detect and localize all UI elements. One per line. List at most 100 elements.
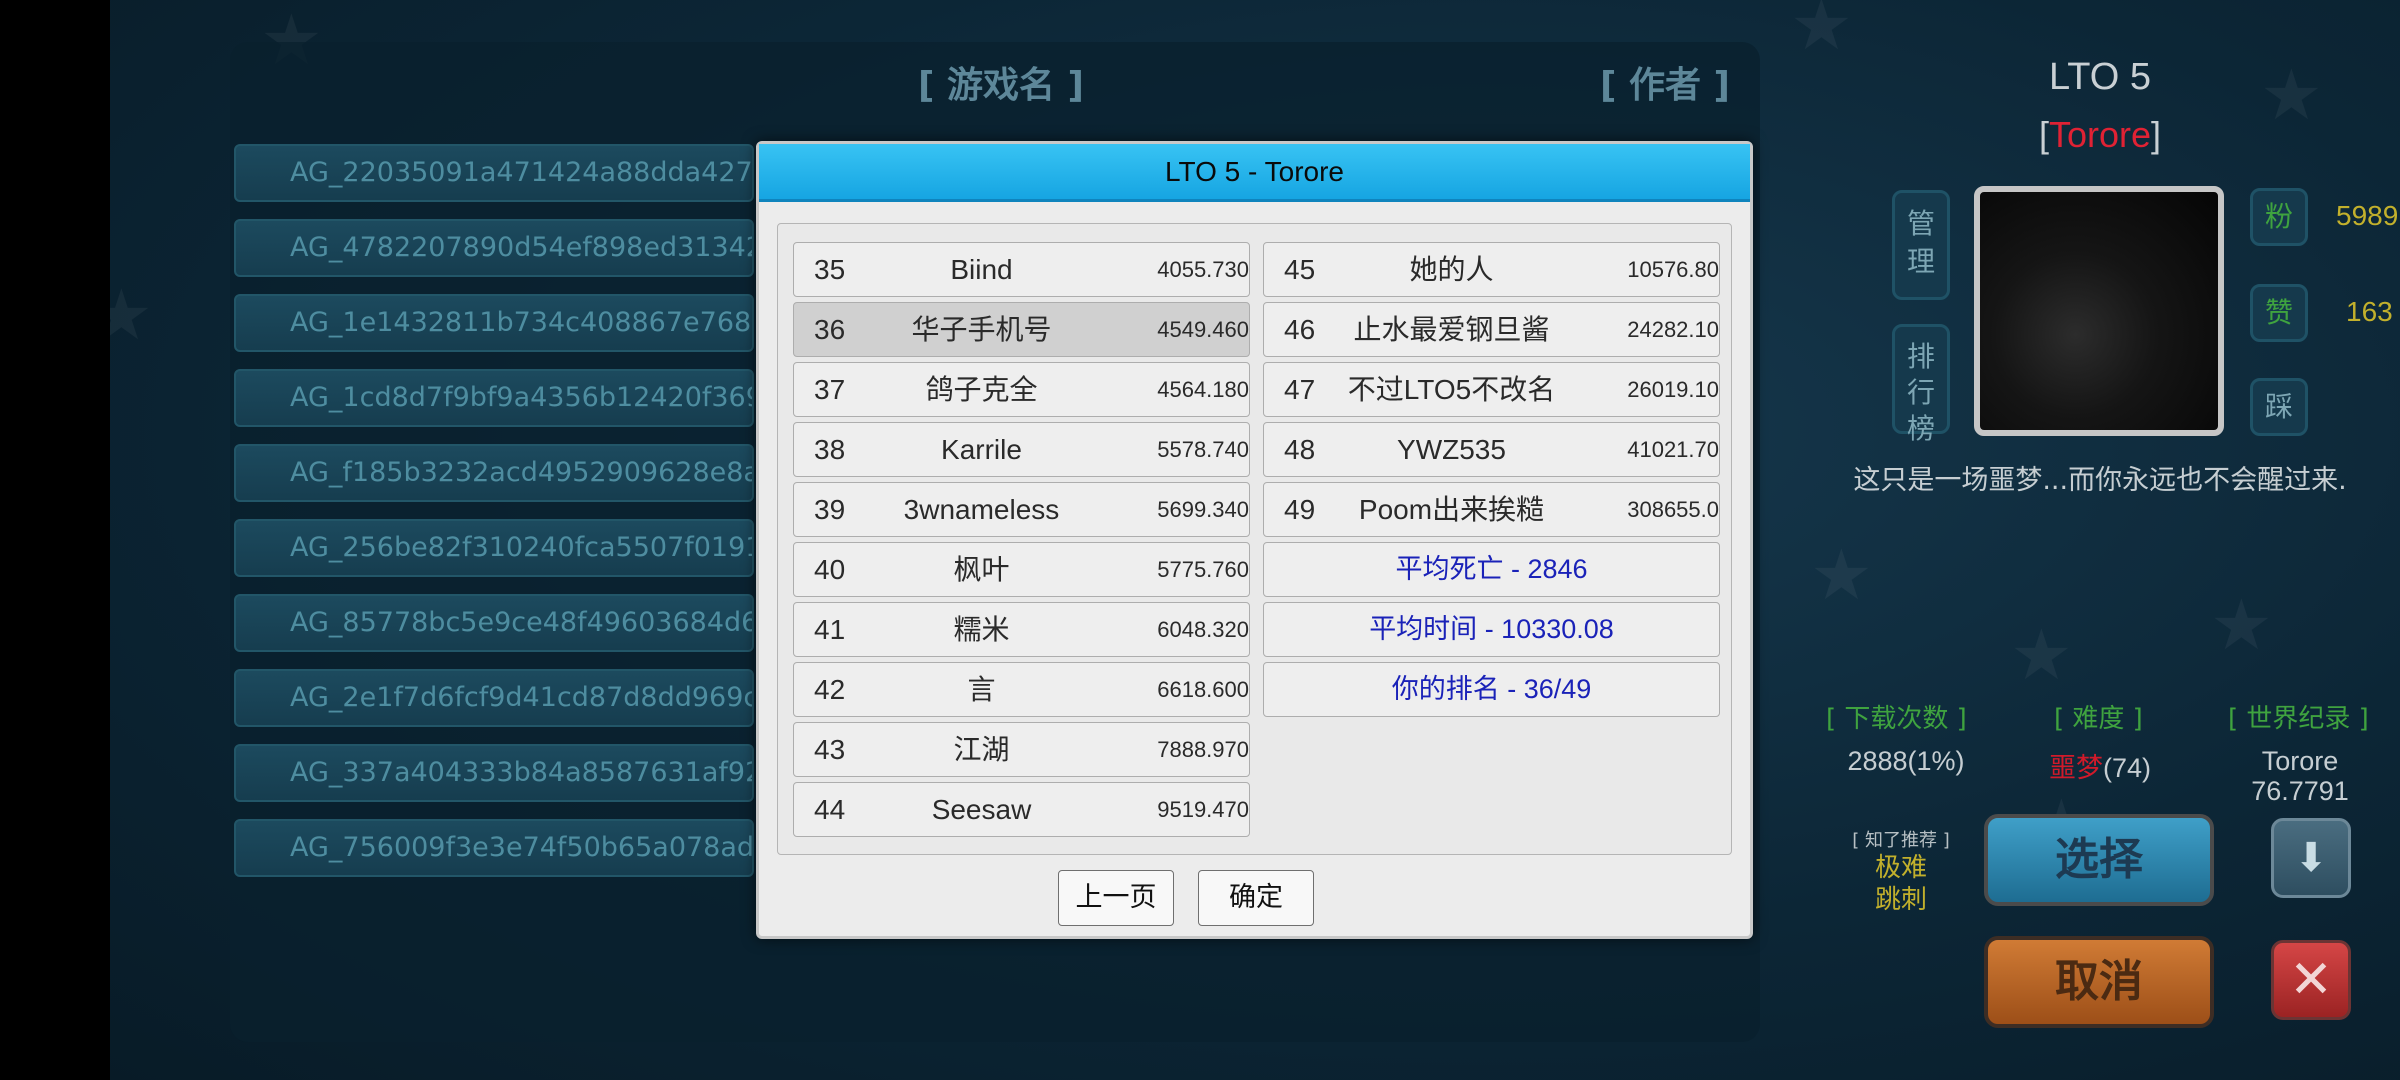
rank-number: 44 [814, 794, 846, 825]
confirm-button[interactable]: 确定 [1198, 870, 1314, 926]
level-row[interactable]: AG_1cd8d7f9bf9a4356b12420f369f [234, 369, 754, 427]
player-name: 江湖 [953, 734, 1010, 765]
level-row[interactable]: AG_337a404333b84a8587631af92c [234, 744, 754, 802]
player-name: 不过LTO5不改名 [1347, 374, 1556, 405]
player-name: 糯米 [953, 614, 1010, 645]
player-name: Poom出来挨糙 [1358, 494, 1545, 525]
rank-number: 37 [814, 374, 846, 405]
player-name: Biind [950, 254, 1013, 285]
like-button[interactable]: 赞 [2250, 284, 2308, 342]
star-decoration: ★ [110, 274, 153, 356]
player-time: 5775.760 [1157, 557, 1249, 582]
difficulty-name: 噩梦 [2048, 753, 2103, 783]
header-author: [ 作者 ] [1600, 65, 1730, 106]
difficulty-number: (74) [2102, 753, 2151, 783]
rank-row[interactable]: 36 华子手机号 4549.460 [793, 302, 1250, 357]
rank-row[interactable]: 37 鸽子克全 4564.180 [793, 362, 1250, 417]
leaderboard-label: 排行榜 [1906, 340, 1935, 445]
star-decoration: ★ [2210, 584, 2273, 666]
rank-row[interactable]: 46 止水最爱钢旦酱 24282.10 [1263, 302, 1720, 357]
player-time: 7888.970 [1157, 737, 1249, 762]
player-time: 4055.730 [1157, 257, 1249, 282]
level-row[interactable]: AG_756009f3e3e74f50b65a078add [234, 819, 754, 877]
rank-row[interactable]: 48 YWZ535 41021.70 [1263, 422, 1720, 477]
rank-row[interactable]: 41 糯米 6048.320 [793, 602, 1250, 657]
close-icon: ✕ [2289, 950, 2333, 1010]
level-author: [Torore] [1800, 114, 2400, 156]
fans-button[interactable]: 粉 [2250, 188, 2308, 246]
recommend-box: [ 知了推荐 ] 极难 跳刺 [1836, 826, 1966, 916]
player-name: YWZ535 [1397, 434, 1506, 465]
rank-number: 39 [814, 494, 846, 525]
level-row[interactable]: AG_85778bc5e9ce48f49603684d66 [234, 594, 754, 652]
level-list: AG_22035091a471424a88dda427d AG_47822078… [234, 144, 754, 894]
rank-row[interactable]: 45 她的人 10576.80 [1263, 242, 1720, 297]
player-time: 26019.10 [1627, 377, 1719, 402]
rank-number: 41 [814, 614, 846, 645]
rank-row[interactable]: 35 Biind 4055.730 [793, 242, 1250, 297]
star-decoration: ★ [1790, 0, 1853, 66]
manage-button[interactable]: 管理 [1892, 190, 1950, 300]
dialog-title: LTO 5 - Torore [759, 144, 1750, 202]
rank-row[interactable]: 42 言 6618.600 [793, 662, 1250, 717]
player-name: 鸽子克全 [925, 374, 1038, 405]
level-row[interactable]: AG_4782207890d54ef898ed313429 [234, 219, 754, 277]
rank-number: 35 [814, 254, 846, 285]
player-name: 止水最爱钢旦酱 [1353, 314, 1550, 345]
level-row[interactable]: AG_256be82f310240fca5507f0191a [234, 519, 754, 577]
close-button[interactable]: ✕ [2271, 940, 2351, 1020]
ranking-dialog: LTO 5 - Torore 35 Biind 4055.730 36 华子手机… [756, 141, 1753, 939]
level-row[interactable]: AG_1e1432811b734c408867e768d [234, 294, 754, 352]
player-time: 5699.340 [1157, 497, 1249, 522]
rank-row[interactable]: 47 不过LTO5不改名 26019.10 [1263, 362, 1720, 417]
manage-label: 管理 [1906, 207, 1935, 278]
player-name: 3wnameless [903, 494, 1060, 525]
rank-number: 49 [1284, 494, 1316, 525]
download-icon: ⬇ [2294, 835, 2328, 881]
player-time: 4549.460 [1157, 317, 1249, 342]
rank-number: 47 [1284, 374, 1316, 405]
player-name: 言 [967, 674, 996, 705]
rank-row[interactable]: 49 Poom出来挨糙 308655.0 [1263, 482, 1720, 537]
cancel-button[interactable]: 取消 [1984, 936, 2214, 1028]
level-row[interactable]: AG_2e1f7d6fcf9d41cd87d8dd969c0 [234, 669, 754, 727]
level-thumbnail [1974, 186, 2224, 436]
rank-number: 46 [1284, 314, 1316, 345]
player-time: 6048.320 [1157, 617, 1249, 642]
player-name: Seesaw [931, 794, 1032, 825]
rank-number: 38 [814, 434, 846, 465]
header-game-name: [ 游戏名 ] [918, 65, 1084, 106]
player-time: 4564.180 [1157, 377, 1249, 402]
select-button[interactable]: 选择 [1984, 814, 2214, 906]
player-time: 9519.470 [1157, 797, 1249, 822]
rank-number: 45 [1284, 254, 1316, 285]
difficulty-value: 噩梦(74) [2030, 746, 2170, 785]
download-button[interactable]: ⬇ [2271, 818, 2351, 898]
ranking-table: 35 Biind 4055.730 36 华子手机号 4549.460 37 鸽… [777, 223, 1732, 855]
downloads-value: 2888(1%) [1847, 746, 1965, 776]
author-name[interactable]: Torore [2049, 114, 2151, 155]
level-row[interactable]: AG_f185b3232acd4952909628e8a1 [234, 444, 754, 502]
rank-row[interactable]: 38 Karrile 5578.740 [793, 422, 1250, 477]
player-name: 枫叶 [953, 554, 1010, 585]
player-time: 5578.740 [1157, 437, 1249, 462]
player-time: 10576.80 [1627, 257, 1719, 282]
fans-count: 5989 [2336, 200, 2399, 231]
rank-number: 43 [814, 734, 846, 765]
rank-row[interactable]: 44 Seesaw 9519.470 [793, 782, 1250, 837]
level-title: LTO 5 [2048, 56, 2152, 98]
world-record-value: Torore 76.7791 [2220, 746, 2380, 806]
level-row[interactable]: AG_22035091a471424a88dda427d [234, 144, 754, 202]
rank-number: 48 [1284, 434, 1316, 465]
bracket-open: [ [2038, 114, 2049, 155]
rank-number: 40 [814, 554, 846, 585]
difficulty-label: [ 难度 ] [2054, 704, 2143, 734]
prev-page-button[interactable]: 上一页 [1058, 870, 1174, 926]
rank-row[interactable]: 43 江湖 7888.970 [793, 722, 1250, 777]
rank-row[interactable]: 40 枫叶 5775.760 [793, 542, 1250, 597]
dislike-button[interactable]: 踩 [2250, 378, 2308, 436]
player-time: 41021.70 [1627, 437, 1719, 462]
leaderboard-button[interactable]: 排行榜 [1892, 324, 1950, 445]
rank-row[interactable]: 39 3wnameless 5699.340 [793, 482, 1250, 537]
recommend-label: [ 知了推荐 ] [1852, 830, 1950, 851]
